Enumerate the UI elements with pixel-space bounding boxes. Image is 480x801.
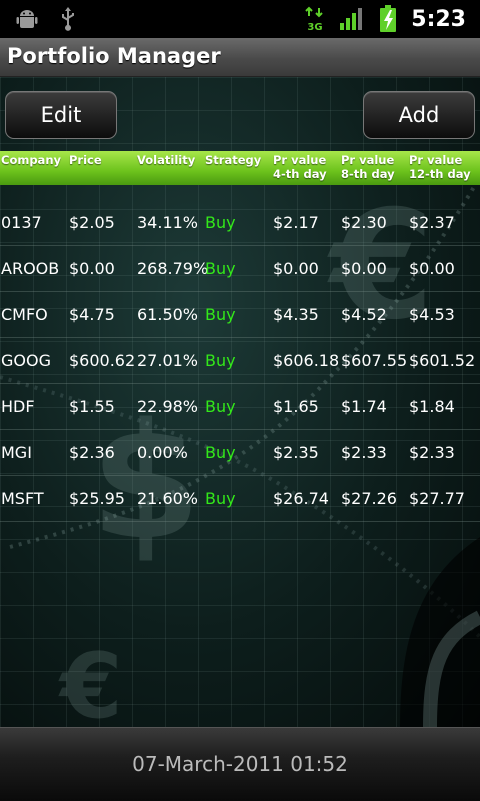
cell-strategy: Buy	[205, 213, 236, 232]
cell-pr-value-4th-day: $4.35	[273, 305, 319, 324]
cell-volatility: 268.79%	[137, 259, 209, 278]
add-button[interactable]: Add	[363, 91, 475, 139]
cell-price: $600.62	[69, 351, 136, 370]
table-row[interactable]: MGI $2.36 0.00% Buy $2.35 $2.33 $2.33	[0, 430, 480, 476]
column-header-pr-value-4th-day: Pr value 4-th day	[273, 153, 327, 181]
column-header-price: Price	[69, 153, 102, 167]
cell-strategy: Buy	[205, 305, 236, 324]
cell-price: $2.05	[69, 213, 115, 232]
cell-strategy: Buy	[205, 489, 236, 508]
last-updated-timestamp: 07-March-2011 01:52	[132, 752, 348, 776]
cell-pr-value-8th-day: $607.55	[341, 351, 408, 370]
battery-charging-icon	[379, 5, 397, 33]
cell-pr-value-12th-day: $2.33	[409, 443, 455, 462]
footer-bar: 07-March-2011 01:52	[0, 727, 480, 801]
cell-price: $4.75	[69, 305, 115, 324]
euro-symbol-small-graphic: €	[58, 634, 123, 727]
cell-company: MSFT	[1, 489, 44, 508]
cell-pr-value-8th-day: $27.26	[341, 489, 397, 508]
cell-company: 0137	[1, 213, 42, 232]
cell-company: CMFO	[1, 305, 48, 324]
cell-volatility: 22.98%	[137, 397, 199, 416]
row-divider	[0, 521, 480, 522]
android-debug-icon	[16, 7, 38, 31]
clock: 5:23	[411, 6, 466, 32]
cell-price: $0.00	[69, 259, 115, 278]
cell-strategy: Buy	[205, 351, 236, 370]
cell-company: MGI	[1, 443, 32, 462]
table-row[interactable]: AROOB $0.00 268.79% Buy $0.00 $0.00 $0.0…	[0, 246, 480, 292]
cell-company: HDF	[1, 397, 35, 416]
cell-volatility: 27.01%	[137, 351, 199, 370]
cell-company: GOOG	[1, 351, 51, 370]
cell-price: $1.55	[69, 397, 115, 416]
cell-volatility: 21.60%	[137, 489, 199, 508]
table-header: Company Price Volatility Strategy Pr val…	[0, 151, 480, 185]
cell-pr-value-12th-day: $601.52	[409, 351, 476, 370]
cell-volatility: 0.00%	[137, 443, 188, 462]
network-3g-icon: 3G	[305, 6, 325, 32]
column-header-strategy: Strategy	[205, 153, 262, 167]
cell-price: $2.36	[69, 443, 115, 462]
cell-volatility: 61.50%	[137, 305, 199, 324]
cell-pr-value-4th-day: $2.17	[273, 213, 319, 232]
app-title-bar: Portfolio Manager	[0, 38, 480, 77]
cell-pr-value-8th-day: $4.52	[341, 305, 387, 324]
cell-pr-value-4th-day: $606.18	[273, 351, 340, 370]
cell-pr-value-12th-day: $27.77	[409, 489, 465, 508]
cell-pr-value-8th-day: $1.74	[341, 397, 387, 416]
cell-pr-value-4th-day: $2.35	[273, 443, 319, 462]
cell-pr-value-8th-day: $2.33	[341, 443, 387, 462]
status-bar: 3G 5:23	[0, 0, 480, 38]
column-header-pr-value-12th-day: Pr value 12-th day	[409, 153, 471, 181]
table-row[interactable]: CMFO $4.75 61.50% Buy $4.35 $4.52 $4.53	[0, 292, 480, 338]
table-row[interactable]: HDF $1.55 22.98% Buy $1.65 $1.74 $1.84	[0, 384, 480, 430]
cell-strategy: Buy	[205, 397, 236, 416]
table-row[interactable]: MSFT $25.95 21.60% Buy $26.74 $27.26 $27…	[0, 476, 480, 522]
cell-volatility: 34.11%	[137, 213, 199, 232]
column-header-company: Company	[1, 153, 61, 167]
cell-pr-value-4th-day: $26.74	[273, 489, 329, 508]
cell-pr-value-12th-day: $1.84	[409, 397, 455, 416]
table-row[interactable]: 0137 $2.05 34.11% Buy $2.17 $2.30 $2.37	[0, 200, 480, 246]
cell-strategy: Buy	[205, 443, 236, 462]
portfolio-main: $ € € Edit Add Company Price Volatility …	[0, 77, 480, 727]
cell-strategy: Buy	[205, 259, 236, 278]
edit-button[interactable]: Edit	[5, 91, 117, 139]
signal-icon	[339, 7, 365, 31]
column-header-pr-value-8th-day: Pr value 8-th day	[341, 153, 395, 181]
cell-price: $25.95	[69, 489, 125, 508]
cell-pr-value-8th-day: $2.30	[341, 213, 387, 232]
cell-pr-value-4th-day: $1.65	[273, 397, 319, 416]
svg-text:3G: 3G	[308, 22, 323, 32]
column-header-volatility: Volatility	[137, 153, 196, 167]
cell-pr-value-8th-day: $0.00	[341, 259, 387, 278]
cell-pr-value-12th-day: $0.00	[409, 259, 455, 278]
table-row[interactable]: GOOG $600.62 27.01% Buy $606.18 $607.55 …	[0, 338, 480, 384]
cell-pr-value-4th-day: $0.00	[273, 259, 319, 278]
app-title: Portfolio Manager	[7, 44, 221, 68]
usb-icon	[60, 6, 76, 32]
cell-pr-value-12th-day: $2.37	[409, 213, 455, 232]
cell-company: AROOB	[1, 259, 60, 278]
cell-pr-value-12th-day: $4.53	[409, 305, 455, 324]
